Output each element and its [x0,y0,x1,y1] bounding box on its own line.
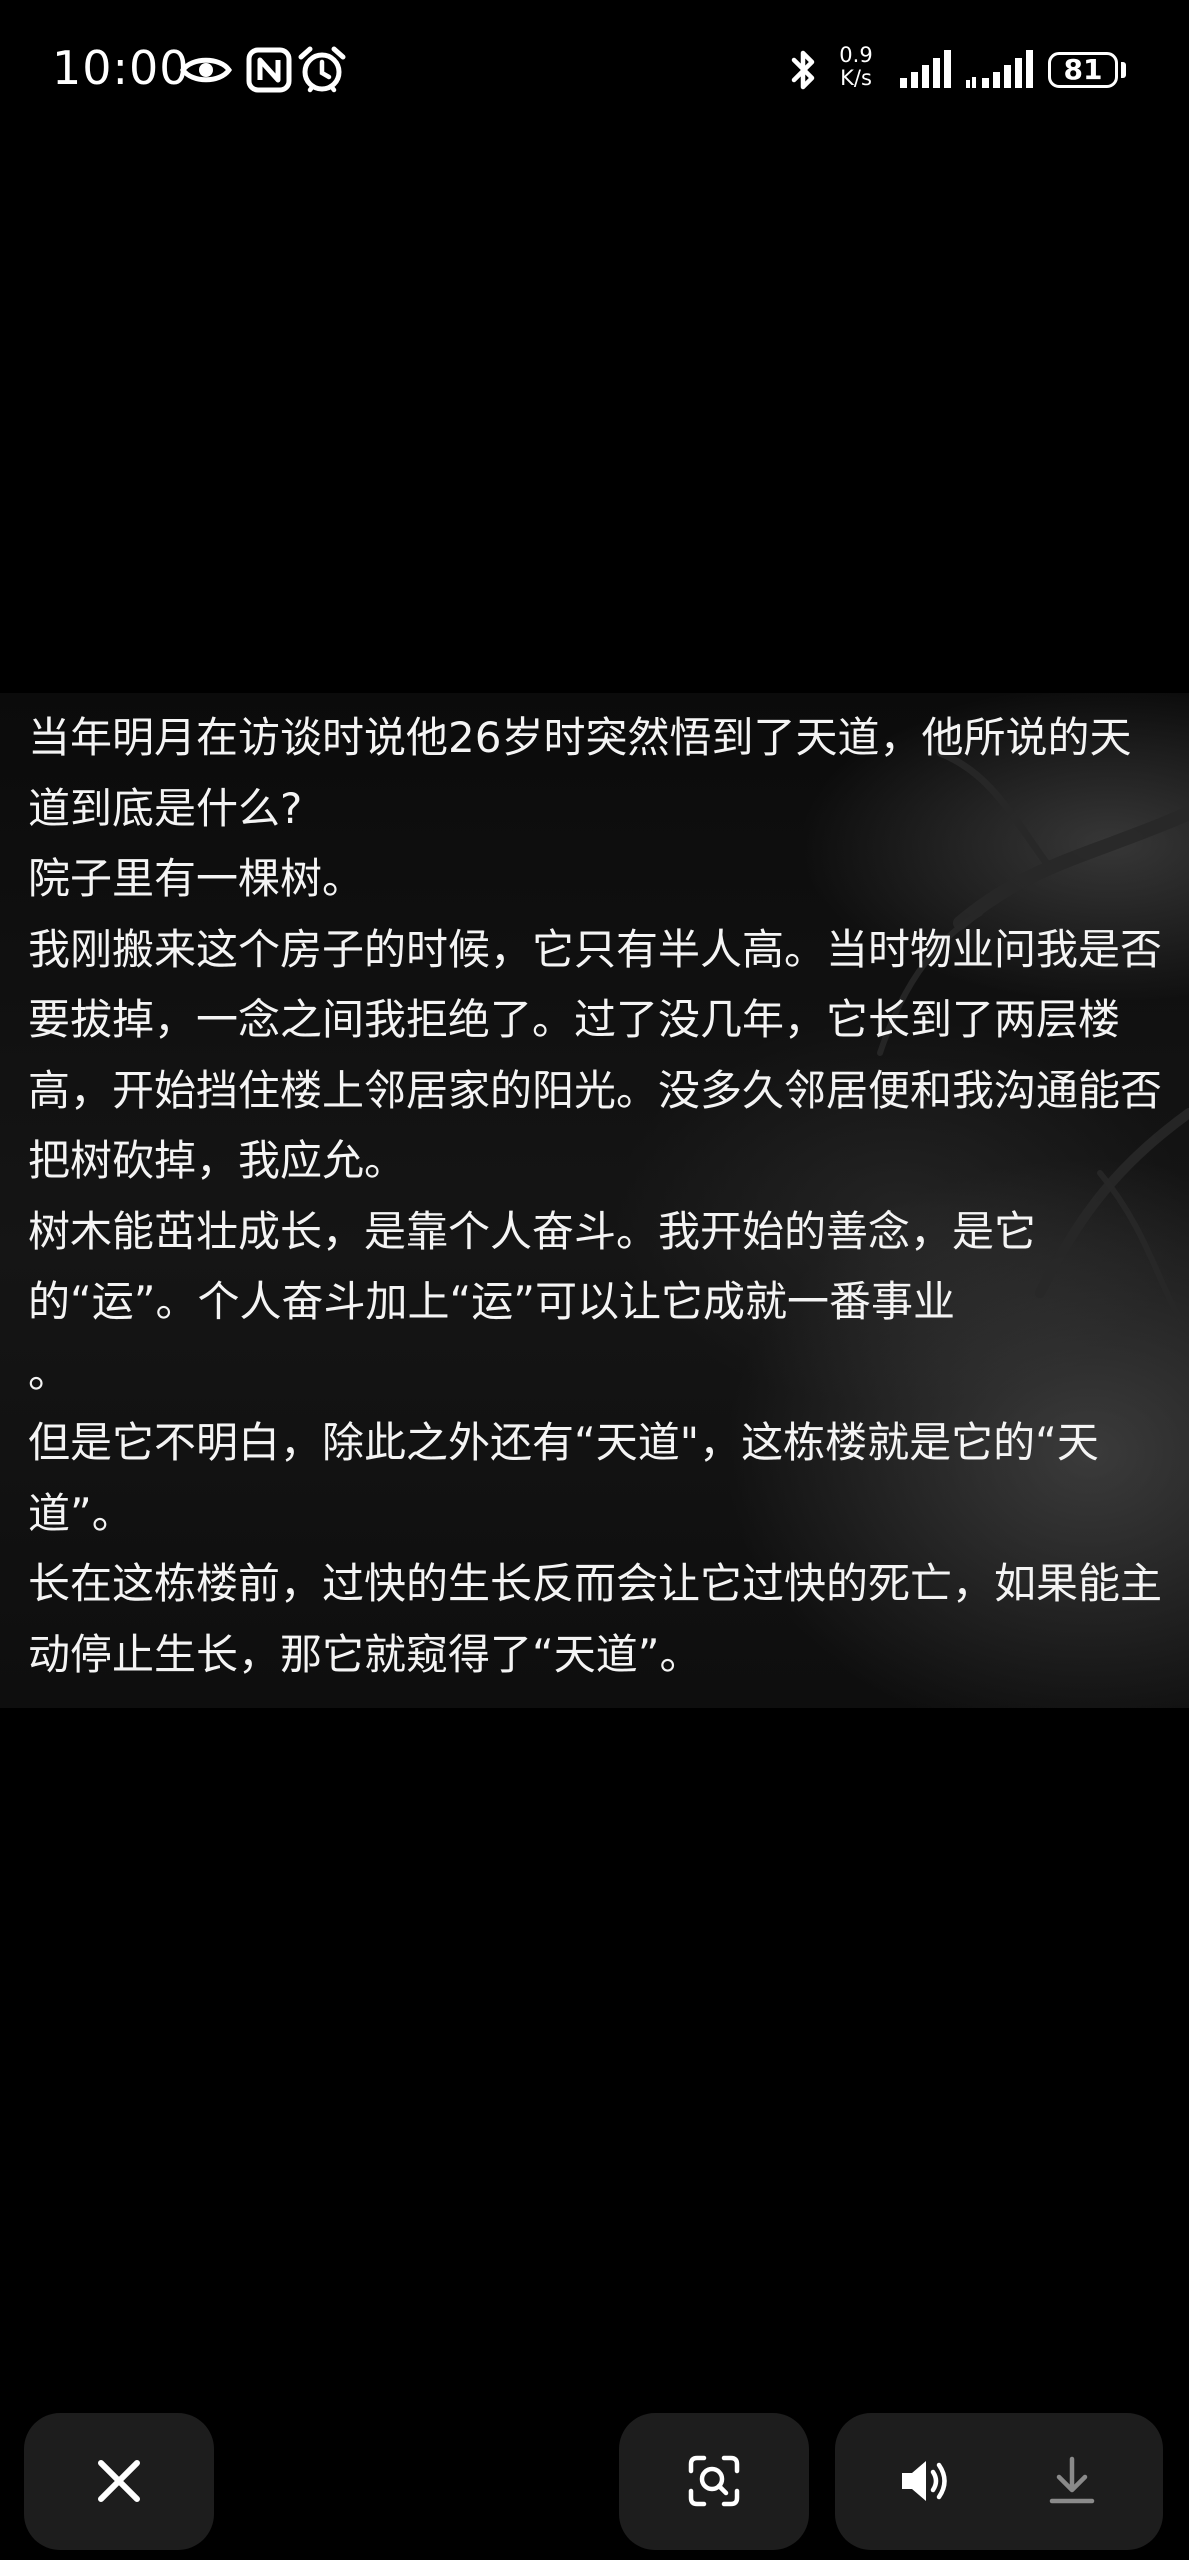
text-paragraph: 我刚搬来这个房子的时候，它只有半人高。当时物业问我是否要拔掉，一念之间我拒绝了。… [28,924,1163,1186]
audio-download-group [835,2413,1163,2550]
network-speed-value: 0.9 [839,43,873,67]
nfc-icon [243,44,295,96]
bluetooth-icon [778,44,830,96]
text-paragraph: 院子里有一棵树。 [28,854,365,903]
status-time: 10:00 [52,41,190,95]
close-icon [91,2453,147,2509]
text-paragraph: 长在这栋楼前，过快的生长反而会让它过快的死亡，如果能主动停止生长，那它就窥得了“… [28,1559,1163,1679]
text-paragraph: 当年明月在访谈时说他26岁时突然悟到了天道，他所说的天道到底是什么? [28,713,1132,833]
signal-icon [898,44,952,96]
content-image: 当年明月在访谈时说他26岁时突然悟到了天道，他所说的天道到底是什么? 院子里有一… [0,693,1189,1708]
eye-icon [180,44,232,96]
text-paragraph: 但是它不明白，除此之外还有“天道"，这栋楼就是它的“天道”。 [28,1418,1099,1538]
status-bar: 10:00 0.9 K/s 81 [0,0,1189,140]
alarm-icon [296,44,348,96]
download-icon[interactable] [1044,2453,1100,2509]
battery-tip [1121,62,1126,78]
battery-level: 81 [1063,53,1103,86]
close-button[interactable] [24,2413,214,2550]
lens-search-button[interactable] [619,2413,809,2550]
signal-2-icon [964,44,1034,96]
speaker-icon[interactable] [897,2453,953,2509]
battery-indicator: 81 [1048,52,1118,88]
network-speed: 0.9 K/s [832,44,880,90]
text-paragraph: 树木能茁壮成长，是靠个人奋斗。我开始的善念，是它的“运”。个人奋斗加上“运”可以… [28,1206,1037,1397]
image-text-block: 当年明月在访谈时说他26岁时突然悟到了天道，他所说的天道到底是什么? 院子里有一… [28,693,1168,1690]
network-speed-unit: K/s [840,66,872,90]
lens-search-icon [686,2453,742,2509]
